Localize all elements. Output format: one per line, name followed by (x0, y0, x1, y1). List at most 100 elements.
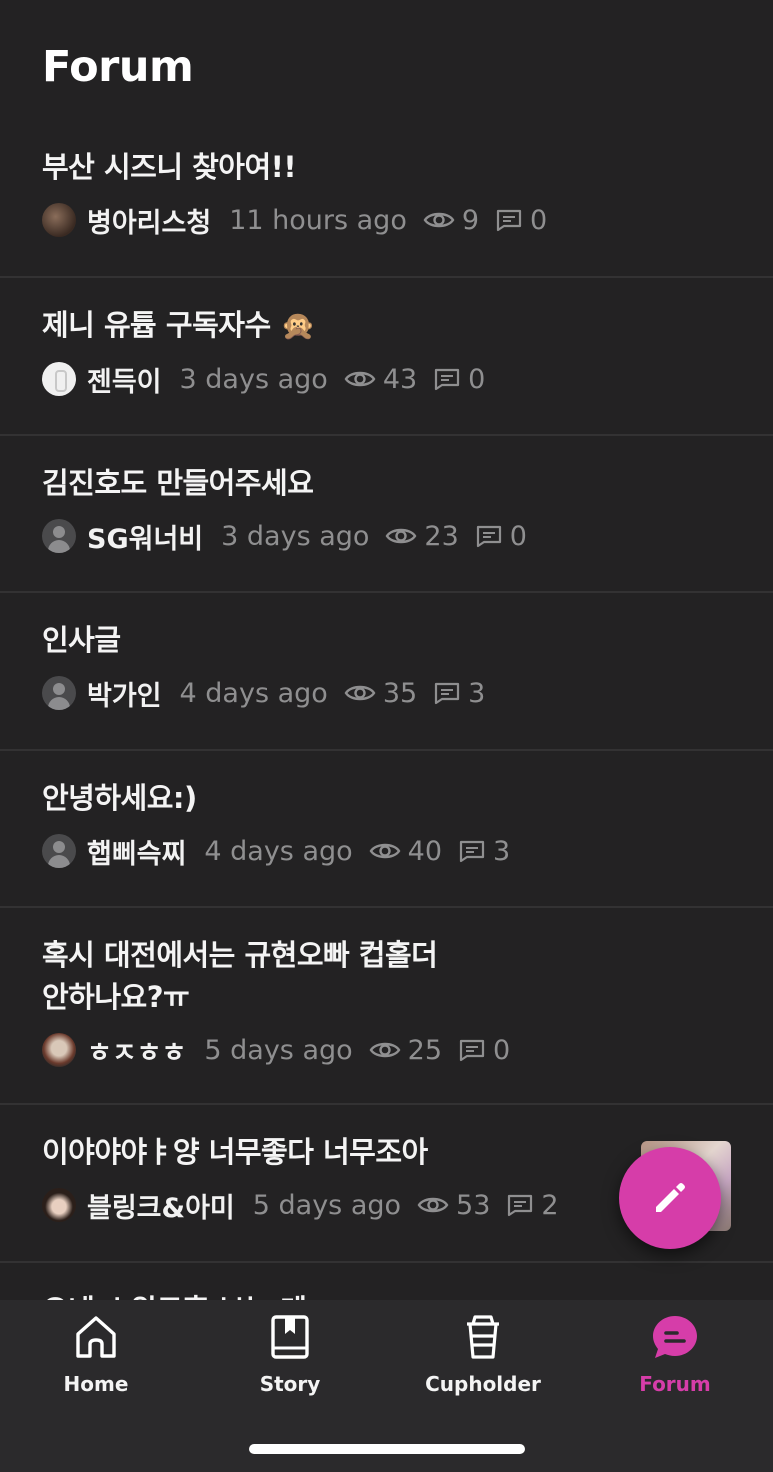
eye-icon (344, 685, 376, 701)
eye-icon (417, 1197, 449, 1213)
avatar[interactable] (42, 203, 76, 237)
post-meta: 병아리스청 11 hours ago 9 0 (42, 200, 731, 240)
post-title: 오네 스위트홈 보는 데 (42, 1289, 731, 1300)
avatar[interactable] (42, 1033, 76, 1067)
comment-icon (459, 1039, 485, 1062)
comment-count: 3 (433, 678, 485, 709)
monkey-emoji-icon: 🙊 (280, 309, 316, 342)
tab-label: Forum (639, 1372, 711, 1396)
view-count-value: 23 (424, 520, 459, 552)
comment-count-value: 0 (509, 520, 527, 552)
post-item[interactable]: 제니 유튭 구독자수 🙊 젠득이 3 days ago 43 0 (0, 278, 773, 436)
post-meta: 박가인 4 days ago 35 3 (42, 673, 731, 713)
post-item[interactable]: 안녕하세요:) 햅삐슥찌 4 days ago 40 3 (0, 751, 773, 908)
view-count: 40 (369, 836, 442, 867)
author-name[interactable]: 햅삐슥찌 (87, 832, 186, 871)
comment-icon (496, 209, 522, 232)
avatar[interactable] (42, 1188, 76, 1222)
view-count: 25 (369, 1035, 442, 1066)
comment-icon (508, 1194, 533, 1217)
comment-count-value: 0 (493, 1034, 511, 1066)
tab-home[interactable]: Home (6, 1314, 186, 1396)
post-title: 부산 시즈니 찾아여!! (42, 150, 297, 184)
post-title: 이야야야ㅑ양 너무좋다 너무조아 (42, 1135, 428, 1169)
author-name[interactable]: ㅎㅈㅎㅎ (87, 1031, 186, 1070)
comment-count: 3 (458, 836, 510, 867)
cup-icon (467, 1315, 499, 1359)
comment-count: 0 (433, 364, 485, 395)
comment-count: 0 (495, 205, 547, 236)
chat-bubble-icon (653, 1316, 697, 1358)
view-count-value: 53 (456, 1189, 491, 1221)
view-count-value: 25 (407, 1034, 443, 1066)
view-count: 9 (423, 205, 479, 236)
comment-icon (435, 368, 460, 391)
author-name[interactable]: 박가인 (87, 674, 162, 713)
post-time: 5 days ago (204, 1034, 353, 1066)
tab-cupholder[interactable]: Cupholder (393, 1314, 573, 1396)
avatar[interactable] (42, 676, 76, 710)
post-title: 김진호도 만들어주세요 (42, 466, 314, 500)
post-item[interactable]: 오네 스위트홈 보는 데 (0, 1263, 773, 1300)
write-post-button[interactable] (619, 1147, 721, 1249)
post-title: 안녕하세요:) (42, 781, 197, 815)
eye-icon (369, 843, 401, 859)
header: Forum (0, 0, 773, 120)
post-list[interactable]: 부산 시즈니 찾아여!! 병아리스청 11 hours ago 9 0 제니 유… (0, 120, 773, 1300)
tab-label: Home (63, 1372, 129, 1396)
post-item[interactable]: 김진호도 만들어주세요 SG워너비 3 days ago 23 0 (0, 436, 773, 593)
comment-icon (459, 840, 485, 863)
post-title: 인사글 (42, 623, 121, 657)
eye-icon (369, 1042, 401, 1058)
post-title: 혹시 대전에서는 규현오빠 컵홀더 안하나요?ㅠ (42, 934, 731, 1018)
post-time: 4 days ago (204, 835, 353, 867)
post-title-line: 혹시 대전에서는 규현오빠 컵홀더 (42, 938, 438, 972)
view-count: 43 (344, 364, 417, 395)
comment-count-value: 3 (493, 835, 511, 867)
avatar[interactable] (42, 834, 76, 868)
post-meta: 햅삐슥찌 4 days ago 40 3 (42, 831, 731, 871)
post-item[interactable]: 인사글 박가인 4 days ago 35 3 (0, 593, 773, 751)
tab-label: Cupholder (425, 1372, 541, 1396)
tab-forum[interactable]: Forum (585, 1314, 765, 1396)
author-name[interactable]: 젠득이 (87, 360, 162, 399)
view-count-value: 43 (382, 363, 418, 395)
comment-count-value: 0 (468, 363, 486, 395)
post-title-line: 안하나요?ㅠ (42, 980, 190, 1014)
comment-count: 0 (475, 521, 527, 552)
eye-icon (386, 528, 417, 544)
comment-count-value: 2 (541, 1189, 559, 1221)
pencil-icon (656, 1183, 685, 1212)
tab-story[interactable]: Story (200, 1314, 380, 1396)
post-time: 3 days ago (179, 363, 328, 395)
view-count: 23 (385, 520, 459, 552)
view-count: 53 (417, 1190, 490, 1221)
post-meta: SG워너비 3 days ago 23 0 (42, 516, 731, 556)
view-count-value: 9 (461, 204, 480, 236)
author-name[interactable]: SG워너비 (87, 517, 203, 556)
view-count: 35 (344, 678, 417, 709)
avatar[interactable] (42, 519, 76, 553)
comment-count: 0 (458, 1035, 510, 1066)
book-icon (271, 1315, 309, 1359)
post-time: 11 hours ago (229, 204, 407, 236)
post-item[interactable]: 부산 시즈니 찾아여!! 병아리스청 11 hours ago 9 0 (0, 120, 773, 278)
post-time: 5 days ago (252, 1189, 402, 1221)
author-name[interactable]: 블링크&아미 (87, 1186, 235, 1225)
home-icon (76, 1316, 116, 1358)
post-item[interactable]: 혹시 대전에서는 규현오빠 컵홀더 안하나요?ㅠ ㅎㅈㅎㅎ 5 days ago… (0, 908, 773, 1105)
author-name[interactable]: 병아리스청 (87, 201, 211, 240)
comment-count: 2 (506, 1189, 559, 1221)
comment-count-value: 3 (468, 677, 486, 709)
post-time: 4 days ago (179, 677, 328, 709)
view-count-value: 40 (407, 835, 443, 867)
comment-icon (476, 525, 501, 548)
eye-icon (423, 212, 455, 228)
tab-label: Story (259, 1372, 321, 1396)
home-indicator[interactable] (249, 1444, 525, 1454)
eye-icon (344, 371, 376, 387)
post-title-text: 제니 유튭 구독자수 (42, 308, 271, 342)
view-count-value: 35 (382, 677, 418, 709)
post-meta: ㅎㅈㅎㅎ 5 days ago 25 0 (42, 1030, 731, 1070)
avatar[interactable] (42, 362, 76, 396)
